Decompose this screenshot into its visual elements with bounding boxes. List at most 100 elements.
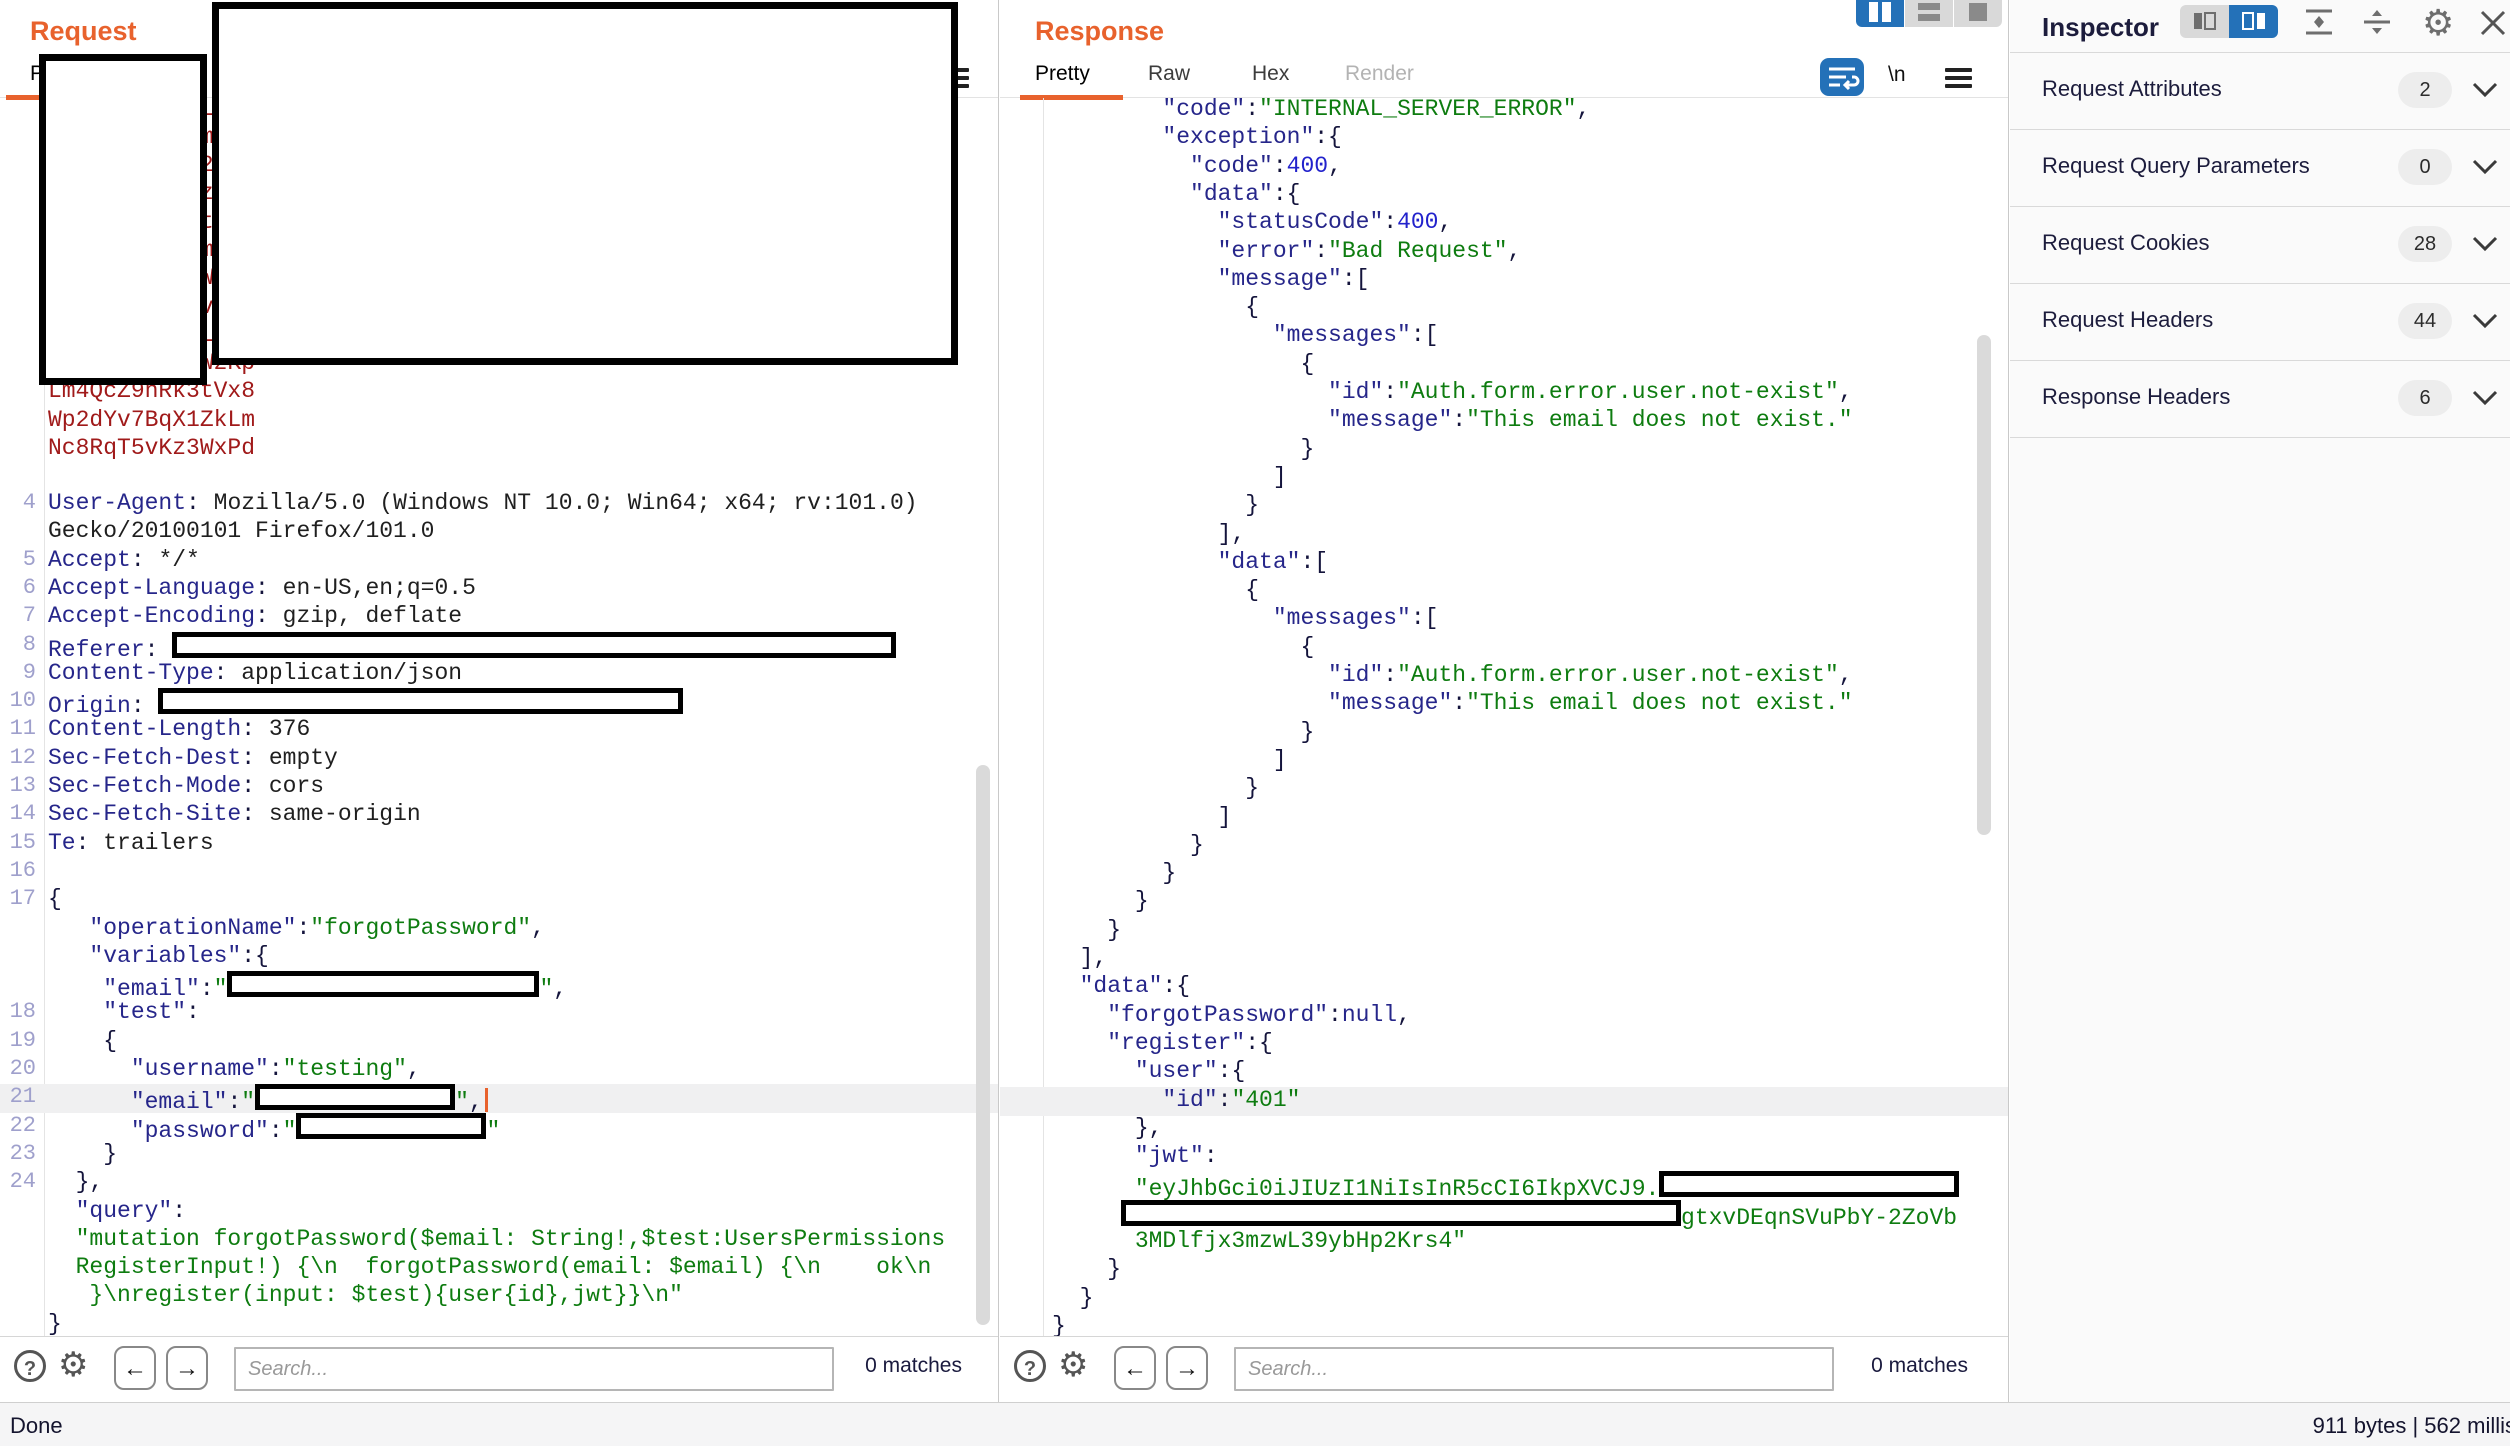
status-message: Done	[10, 1413, 63, 1439]
code-line: ],	[1000, 521, 2008, 550]
request-search-input[interactable]	[234, 1347, 834, 1391]
search-settings-gear-icon[interactable]: ⚙	[58, 1345, 88, 1385]
newline-toggle-icon[interactable]: \n	[1888, 63, 1906, 87]
code-line: "message":[	[1000, 266, 2008, 295]
redaction-box	[158, 688, 683, 714]
code-line: gtxvDEqnSVuPbY-2ZoVb	[1000, 1200, 2008, 1229]
response-search-input[interactable]	[1234, 1347, 1834, 1391]
redaction-box	[255, 1084, 455, 1110]
code-line: "forgotPassword":null,	[1000, 1002, 2008, 1031]
code-line: }	[1000, 832, 2008, 861]
response-match-count: 0 matches	[1871, 1354, 1968, 1378]
inspector-section-request-cookies[interactable]: Request Cookies28	[2010, 206, 2510, 282]
section-count-badge: 2	[2398, 72, 2452, 108]
code-line: 21 "email":"",	[0, 1084, 998, 1113]
response-viewer[interactable]: "code":"INTERNAL_SERVER_ERROR", "excepti…	[1000, 98, 2008, 1337]
code-line: "error":"Bad Request",	[1000, 238, 2008, 267]
inspector-section-response-headers[interactable]: Response Headers6	[2010, 360, 2510, 436]
code-line: }	[1000, 888, 2008, 917]
inspector-close-icon[interactable]	[2480, 10, 2506, 36]
previous-match-button[interactable]: ←	[1114, 1346, 1156, 1390]
code-line: "messages":[	[1000, 322, 2008, 351]
code-line: 12Sec-Fetch-Dest: empty	[0, 745, 998, 774]
inspector-divider[interactable]	[2008, 0, 2009, 1402]
response-scrollbar[interactable]	[1977, 335, 1991, 835]
app-window: Request Pretty Raw Hex \n IuZ04fNeZPoLFe…	[0, 0, 2510, 1446]
code-line: {	[1000, 577, 2008, 606]
inspector-title: Inspector	[2042, 12, 2159, 43]
code-line: ]	[1000, 747, 2008, 776]
layout-columns-button[interactable]	[1856, 0, 1904, 27]
code-line: Wp2dYv7BqX1ZkLm	[0, 407, 998, 436]
status-bar: Done 911 bytes | 562 millis	[0, 1402, 2510, 1446]
chevron-down-icon[interactable]	[2472, 313, 2498, 329]
redaction-box	[172, 632, 896, 658]
code-line: Nc8RqT5vKz3WxPd	[0, 435, 998, 464]
expand-all-icon[interactable]	[2362, 8, 2392, 36]
redaction-box	[1659, 1171, 1959, 1197]
code-line: },	[1000, 1115, 2008, 1144]
code-line: "message":"This email does not exist."	[1000, 407, 2008, 436]
response-tab-hex[interactable]: Hex	[1252, 62, 1289, 86]
inspector-panel: Inspector ⚙ Request Attributes 2 Request Q…	[2010, 0, 2510, 1402]
code-line: "mutation forgotPassword($email: String!…	[0, 1226, 998, 1255]
panel-divider[interactable]	[998, 0, 999, 1402]
redaction-box	[39, 54, 207, 385]
layout-single-button[interactable]	[1954, 0, 2002, 27]
code-line: "messages":[	[1000, 605, 2008, 634]
code-line: "data":{	[1000, 973, 2008, 1002]
code-line: }	[1000, 1313, 2008, 1337]
code-line: {	[1000, 351, 2008, 380]
code-line: "code":"INTERNAL_SERVER_ERROR",	[1000, 98, 2008, 125]
previous-match-button[interactable]: ←	[114, 1346, 156, 1390]
code-line: 7Accept-Encoding: gzip, deflate	[0, 603, 998, 632]
inspector-settings-gear-icon[interactable]: ⚙	[2422, 2, 2454, 44]
code-line: "variables":{	[0, 943, 998, 972]
request-search-toolbar: ? ⚙ ← → 0 matches	[0, 1336, 998, 1402]
word-wrap-icon[interactable]	[1820, 58, 1864, 96]
help-icon[interactable]: ?	[14, 1350, 46, 1382]
help-icon[interactable]: ?	[1014, 1350, 1046, 1382]
code-line: "user":{	[1000, 1058, 2008, 1087]
code-line: 9Content-Type: application/json	[0, 660, 998, 689]
chevron-down-icon[interactable]	[2472, 159, 2498, 175]
code-line: 19 {	[0, 1028, 998, 1057]
chevron-down-icon[interactable]	[2472, 390, 2498, 406]
code-line: }	[1000, 860, 2008, 889]
code-line: 15Te: trailers	[0, 830, 998, 859]
search-settings-gear-icon[interactable]: ⚙	[1058, 1345, 1088, 1385]
text-cursor	[485, 1088, 488, 1112]
section-label: Request Query Parameters	[2042, 153, 2310, 179]
layout-rows-button[interactable]	[1905, 0, 1953, 27]
request-scrollbar[interactable]	[976, 765, 990, 1325]
inspector-section-request-query-parameters[interactable]: Request Query Parameters 0	[2010, 129, 2510, 205]
chevron-down-icon[interactable]	[2472, 82, 2498, 98]
code-line: 6Accept-Language: en-US,en;q=0.5	[0, 575, 998, 604]
next-match-button[interactable]: →	[1166, 1346, 1208, 1390]
inspector-section-request-headers[interactable]: Request Headers44	[2010, 283, 2510, 359]
response-tabs: Pretty Raw Hex Render \n	[1000, 58, 2008, 98]
section-count-badge: 0	[2398, 149, 2452, 185]
code-line: 13Sec-Fetch-Mode: cors	[0, 773, 998, 802]
section-label: Request Headers	[2042, 307, 2213, 333]
section-label: Request Attributes	[2042, 76, 2222, 102]
inspector-section-request-attributes[interactable]: Request Attributes 2	[2010, 52, 2510, 128]
inspector-dock-right-button[interactable]	[2229, 5, 2278, 38]
code-line: 16	[0, 858, 998, 887]
code-line: "eyJhbGci0iJIUzI1NiIsInR5cCI6IkpXVCJ9.	[1000, 1171, 2008, 1200]
next-match-button[interactable]: →	[166, 1346, 208, 1390]
chevron-down-icon[interactable]	[2472, 236, 2498, 252]
response-search-toolbar: ? ⚙ ← → 0 matches	[1000, 1336, 2008, 1402]
code-line: 17{	[0, 886, 998, 915]
hamburger-menu-icon[interactable]	[1945, 64, 1972, 92]
collapse-all-icon[interactable]	[2304, 8, 2334, 36]
inspector-dock-left-button[interactable]	[2180, 5, 2229, 38]
response-tab-render[interactable]: Render	[1345, 62, 1414, 86]
code-line: ]	[1000, 464, 2008, 493]
response-tab-pretty[interactable]: Pretty	[1035, 62, 1090, 86]
code-line: }	[0, 1311, 998, 1337]
response-tab-raw[interactable]: Raw	[1148, 62, 1190, 86]
code-line: 10Origin:	[0, 688, 998, 717]
code-line: 4User-Agent: Mozilla/5.0 (Windows NT 10.…	[0, 490, 998, 519]
code-line: "jwt":	[1000, 1143, 2008, 1172]
